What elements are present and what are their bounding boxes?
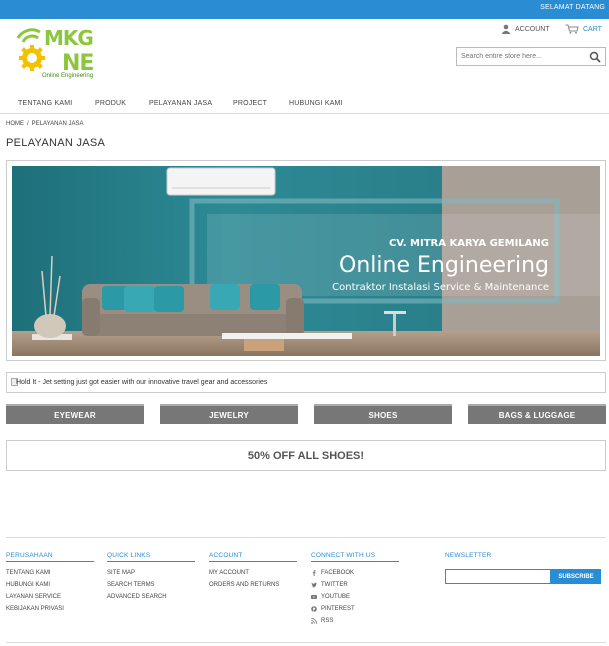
footer-col-account: ACCOUNT MY ACCOUNT ORDERS AND RETURNS: [209, 552, 297, 591]
site-logo[interactable]: MKG NE Online Engineering: [14, 26, 106, 84]
welcome-message: SELAMAT DATANG: [540, 4, 605, 11]
breadcrumb-home[interactable]: HOME: [6, 121, 24, 127]
footer-heading: CONNECT WITH US: [311, 552, 399, 562]
nav-item-project[interactable]: PROJECT: [233, 100, 267, 107]
newsletter-email-input[interactable]: [445, 569, 551, 584]
footer-link-label: RSS: [321, 618, 334, 624]
promo-image[interactable]: Hold It - Jet setting just got easier wi…: [6, 372, 606, 393]
footer-link-twitter[interactable]: TWITTER: [311, 579, 399, 591]
nav-item-produk[interactable]: PRODUK: [95, 100, 126, 107]
cart-label: CART: [583, 25, 602, 33]
banner-headline: Online Engineering: [339, 253, 549, 278]
hero-image: CV. MITRA KARYA GEMILANG Online Engineer…: [12, 166, 600, 356]
footer-link-my-account[interactable]: MY ACCOUNT: [209, 567, 297, 579]
newsletter: NEWSLETTER SUBSCRIBE: [445, 552, 605, 584]
footer-link-orders-returns[interactable]: ORDERS AND RETURNS: [209, 579, 297, 591]
footer-link-pinterest[interactable]: PINTEREST: [311, 603, 399, 615]
breadcrumb-separator: /: [27, 121, 29, 127]
footer-col-quick-links: QUICK LINKS SITE MAP SEARCH TERMS ADVANC…: [107, 552, 195, 603]
search-icon[interactable]: [589, 51, 601, 63]
nav-item-tentang-kami[interactable]: TENTANG KAMI: [18, 100, 72, 107]
footer-heading: ACCOUNT: [209, 552, 297, 562]
promo-alt-text: Hold It - Jet setting just got easier wi…: [16, 379, 268, 386]
top-bar: SELAMAT DATANG: [0, 0, 609, 19]
footer-link-rss[interactable]: RSS: [311, 615, 399, 627]
footer-link-hubungi-kami[interactable]: HUBUNGI KAMI: [6, 579, 94, 591]
category-eyewear-button[interactable]: EYEWEAR: [6, 404, 144, 424]
account-label: ACCOUNT: [515, 25, 550, 33]
pinterest-icon: [311, 606, 317, 612]
mkg-one-logo: MKG NE: [16, 26, 94, 72]
footer-link-site-map[interactable]: SITE MAP: [107, 567, 195, 579]
footer-link-facebook[interactable]: FACEBOOK: [311, 567, 399, 579]
cart-icon: [565, 24, 579, 34]
breadcrumb: HOME / PELAYANAN JASA: [6, 121, 83, 127]
rss-icon: [311, 618, 317, 624]
svg-text:MKG: MKG: [44, 26, 93, 50]
footer-divider: [6, 537, 606, 538]
breadcrumb-current: PELAYANAN JASA: [31, 121, 84, 127]
footer-link-tentang-kami[interactable]: TENTANG KAMI: [6, 567, 94, 579]
cart-link[interactable]: CART: [565, 24, 602, 34]
banner-subline: Contraktor Instalasi Service & Maintenan…: [332, 282, 549, 293]
main-nav: TENTANG KAMI PRODUK PELAYANAN JASA PROJE…: [0, 96, 609, 114]
footer-link-label: YOUTUBE: [321, 594, 351, 600]
footer-heading: PERUSAHAAN: [6, 552, 94, 562]
sale-banner[interactable]: 50% OFF ALL SHOES!: [6, 440, 606, 471]
footer-bottom-divider: [6, 642, 606, 643]
search-input[interactable]: [457, 48, 587, 65]
footer-col-connect: CONNECT WITH US FACEBOOK TWITTER YOUTUBE…: [311, 552, 399, 627]
logo-tagline: Online Engineering: [42, 73, 94, 79]
footer-link-advanced-search[interactable]: ADVANCED SEARCH: [107, 591, 195, 603]
footer-link-kebijakan-privasi[interactable]: KEBIJAKAN PRIVASI: [6, 603, 94, 615]
account-link[interactable]: ACCOUNT: [501, 24, 550, 34]
subscribe-button[interactable]: SUBSCRIBE: [551, 569, 601, 584]
youtube-icon: [311, 595, 317, 599]
svg-text:NE: NE: [62, 51, 93, 72]
search-box: [456, 47, 606, 66]
banner-company: CV. MITRA KARYA GEMILANG: [389, 238, 549, 249]
footer-link-search-terms[interactable]: SEARCH TERMS: [107, 579, 195, 591]
newsletter-heading: NEWSLETTER: [445, 552, 492, 559]
footer-link-layanan-service[interactable]: LAYANAN SERVICE: [6, 591, 94, 603]
facebook-icon: [312, 570, 316, 576]
page-title: PELAYANAN JASA: [6, 137, 106, 149]
footer-link-label: TWITTER: [321, 582, 348, 588]
category-bags-luggage-button[interactable]: BAGS & LUGGAGE: [468, 404, 606, 424]
category-jewelry-button[interactable]: JEWELRY: [160, 404, 298, 424]
footer-link-youtube[interactable]: YOUTUBE: [311, 591, 399, 603]
footer-link-label: PINTEREST: [321, 606, 355, 612]
nav-item-pelayanan-jasa[interactable]: PELAYANAN JASA: [149, 100, 212, 107]
user-icon: [501, 24, 511, 34]
banner-frame: CV. MITRA KARYA GEMILANG Online Engineer…: [6, 160, 606, 361]
footer-link-label: FACEBOOK: [321, 570, 355, 576]
category-shoes-button[interactable]: SHOES: [314, 404, 452, 424]
twitter-icon: [311, 582, 317, 588]
nav-item-hubungi-kami[interactable]: HUBUNGI KAMI: [289, 100, 343, 107]
footer-col-perusahaan: PERUSAHAAN TENTANG KAMI HUBUNGI KAMI LAY…: [6, 552, 94, 615]
footer-heading: QUICK LINKS: [107, 552, 195, 562]
hero-banner[interactable]: CV. MITRA KARYA GEMILANG Online Engineer…: [12, 166, 600, 356]
